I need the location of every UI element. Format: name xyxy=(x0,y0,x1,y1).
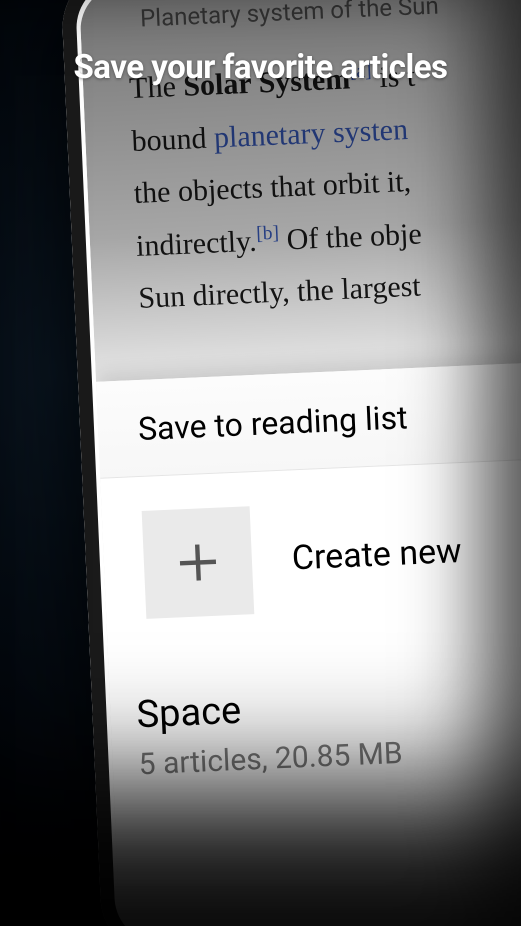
create-new-label: Create new xyxy=(291,531,462,578)
save-sheet: Save to reading list Create new Space 5 … xyxy=(96,357,521,926)
hero-headline: Save your favorite articles xyxy=(0,48,521,87)
sheet-title: Save to reading list xyxy=(96,357,521,479)
reading-list-item[interactable]: Space 5 articles, 20.85 MB xyxy=(108,630,521,783)
reading-list-title: Space xyxy=(136,672,521,738)
footnote-b[interactable]: [b] xyxy=(256,222,280,244)
create-new-button[interactable]: Create new xyxy=(100,454,521,654)
phone-mock: Planetary system of the Sun The Solar Sy… xyxy=(60,0,521,926)
planetary-system-link[interactable]: planetary systen xyxy=(213,112,408,153)
article-caption: Planetary system of the Sun xyxy=(120,0,521,33)
plus-icon xyxy=(142,506,255,619)
